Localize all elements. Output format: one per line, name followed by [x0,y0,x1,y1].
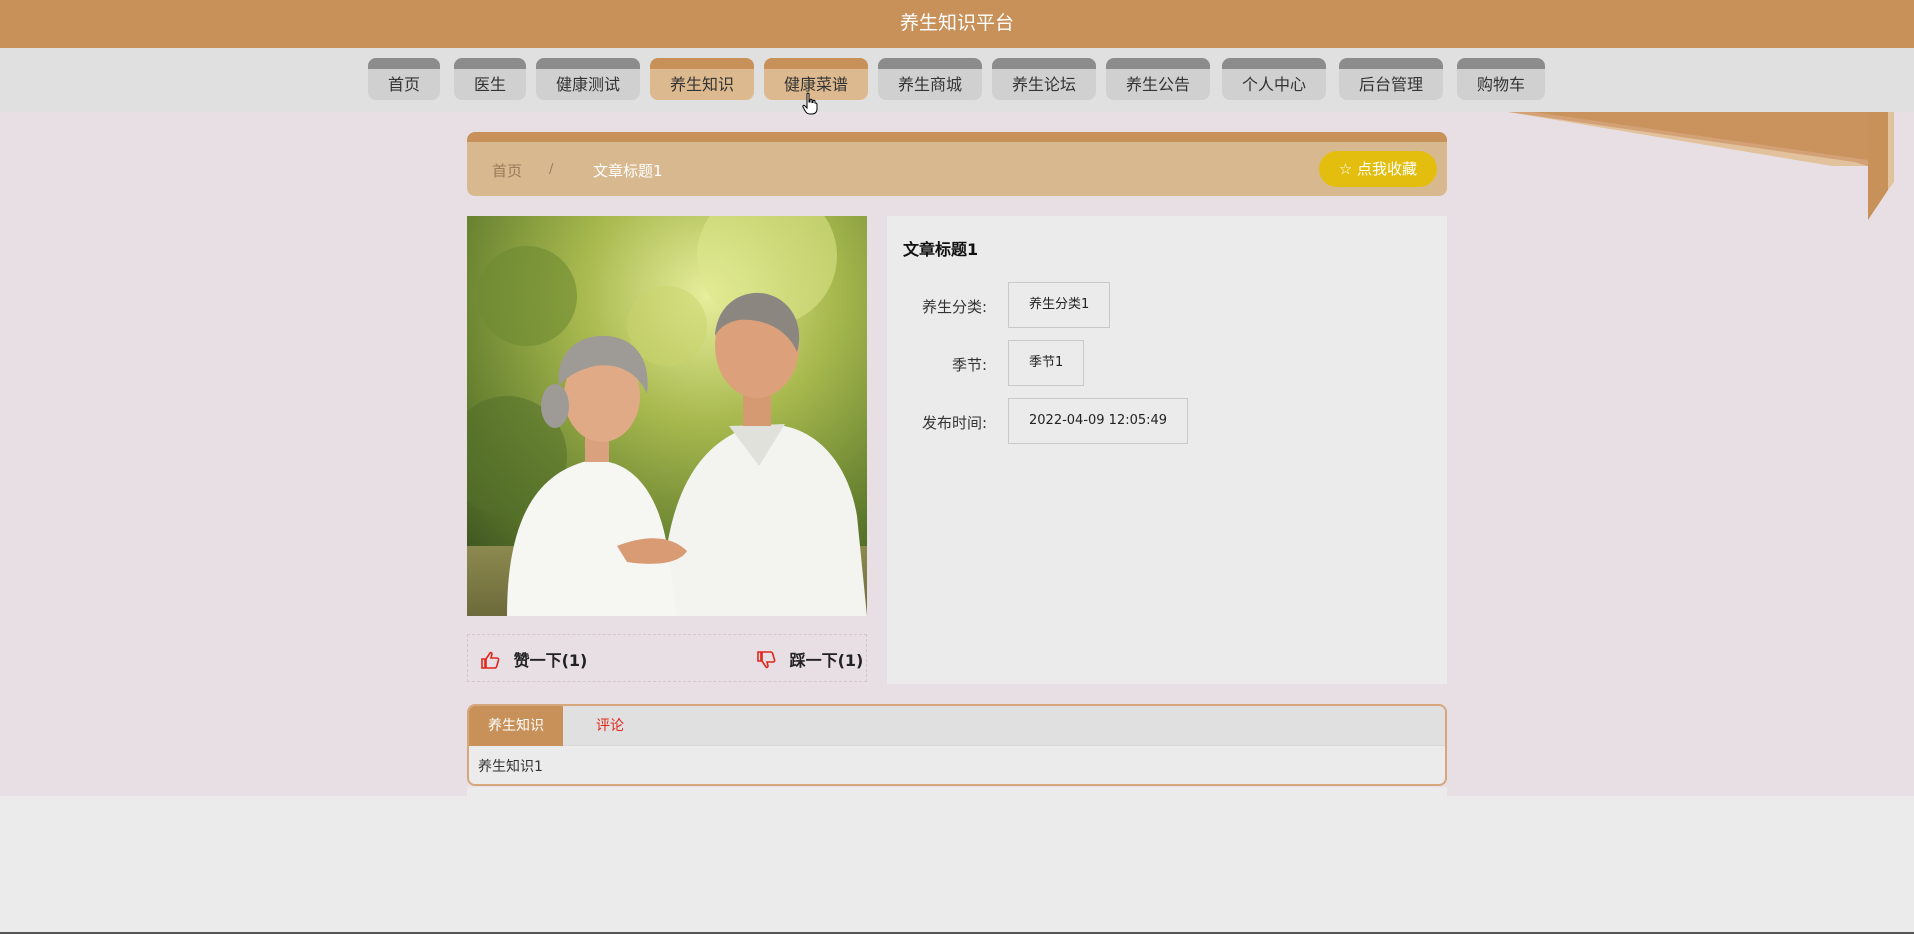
app-title: 养生知识平台 [0,0,1914,48]
favorite-button[interactable]: ☆ 点我收藏 [1318,151,1437,187]
star-outline-icon: ☆ [1338,160,1353,178]
season-label: 季节: [951,356,987,374]
nav-item-home[interactable]: 首页 [368,58,440,100]
breadcrumb-home-link[interactable]: 首页 [492,160,522,181]
tab-health-knowledge[interactable]: 养生知识 [469,706,563,746]
nav-item-personal-center[interactable]: 个人中心 [1222,58,1326,100]
tabs-header: 养生知识 评论 [469,706,1445,746]
dislike-label: 踩一下(1) [789,651,864,670]
like-button[interactable]: 赞一下(1) [480,647,587,671]
publish-time-label: 发布时间: [921,414,987,432]
content-bottom-strip [467,787,1447,796]
nav-item-health-test[interactable]: 健康测试 [536,58,640,100]
dislike-button[interactable]: 踩一下(1) [756,647,863,671]
breadcrumb: 首页 / 文章标题1 ☆ 点我收藏 [467,132,1447,196]
corner-decoration [1508,112,1914,220]
content-tabs: 养生知识 评论 养生知识1 [467,704,1447,786]
thumbs-down-icon [757,651,776,669]
breadcrumb-separator: / [549,162,554,177]
nav-item-health-knowledge[interactable]: 养生知识 [650,58,754,100]
main-nav: 首页 医生 健康测试 养生知识 健康菜谱 养生商城 养生论坛 养生公告 个人中心… [0,48,1914,112]
season-value: 季节1 [1008,340,1085,386]
vote-row: 赞一下(1) 踩一下(1) [467,634,867,682]
nav-item-cart[interactable]: 购物车 [1457,58,1545,100]
thumbs-up-icon [481,651,500,669]
hand-cursor-icon [802,92,818,115]
nav-item-announcements[interactable]: 养生公告 [1106,58,1210,100]
article-info-panel: 文章标题1 养生分类: 养生分类1 季节: 季节1 发布时间: 2022-04-… [887,216,1447,684]
nav-item-admin[interactable]: 后台管理 [1339,58,1443,100]
category-value: 养生分类1 [1008,282,1111,328]
favorite-button-label: 点我收藏 [1356,160,1417,178]
breadcrumb-current: 文章标题1 [593,162,663,180]
like-label: 赞一下(1) [513,651,588,670]
nav-item-doctor[interactable]: 医生 [454,58,526,100]
category-label: 养生分类: [921,298,987,316]
article-title: 文章标题1 [903,240,979,259]
tab-content: 养生知识1 [478,759,543,775]
nav-item-forum[interactable]: 养生论坛 [992,58,1096,100]
article-photo [467,216,867,616]
tab-comments[interactable]: 评论 [563,706,657,746]
nav-item-shop[interactable]: 养生商城 [878,58,982,100]
publish-time-value: 2022-04-09 12:05:49 [1008,398,1189,444]
